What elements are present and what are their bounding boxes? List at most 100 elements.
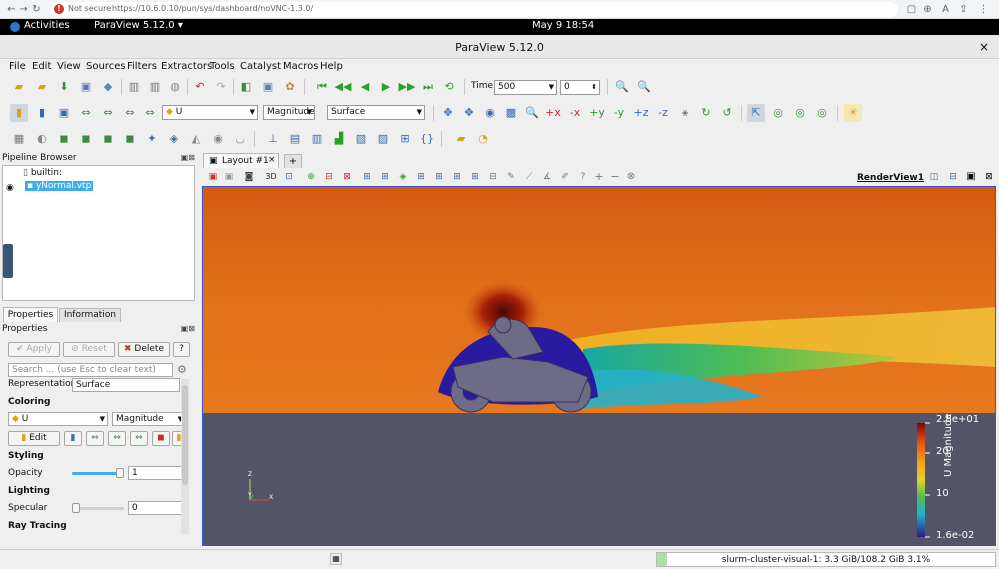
view-minus-x-icon[interactable]: -x [566,104,584,122]
plot-over-line-icon[interactable]: ⊥ [264,130,282,148]
color-array-combo[interactable]: ◆ U ▼ [162,105,258,120]
activities-button[interactable]: Activities [24,20,70,31]
warp-icon[interactable]: ◭ [187,130,205,148]
dock-handle[interactable] [3,244,13,278]
close-pane-icon[interactable]: ⊠ [188,153,195,162]
menu-macros[interactable]: Macros [283,61,318,72]
plot-data-icon[interactable]: ▥ [308,130,326,148]
auto-apply-icon[interactable]: ◍ [166,78,184,96]
grow-selection-icon[interactable]: ⊞ [466,170,484,184]
back-icon[interactable]: ← [6,4,17,15]
delete-button[interactable]: ✖ Delete [118,342,170,357]
zoom-icon[interactable]: ⊕ [922,4,933,15]
menu-tools[interactable]: Tools [210,61,235,72]
time-value-combo[interactable]: 500 ▼ [494,80,557,95]
properties-search-input[interactable]: Search ... (use Esc to clear text) [8,363,173,377]
opacity-input[interactable]: 1 [128,466,184,480]
view-minus-z-icon[interactable]: -z [654,104,672,122]
clock[interactable]: May 9 18:54 [532,20,594,31]
calculator-icon[interactable]: ▦ [10,130,28,148]
undo-icon[interactable]: ↶ [191,78,209,96]
threshold-icon[interactable]: ◼ [99,130,117,148]
menu-dots-icon[interactable]: ⋮ [978,4,989,15]
rescale-custom-icon[interactable]: ⇔ [77,104,95,122]
zoom-to-box-icon[interactable]: 🔍 [523,104,541,122]
line-select-icon[interactable]: ⟋ [520,170,538,184]
annotate-icon[interactable]: {} [418,130,436,148]
reset-button[interactable]: ⊘ Reset [63,342,115,357]
shrink-selection-icon[interactable]: ⊟ [484,170,502,184]
first-frame-icon[interactable]: ⏮ [313,78,331,96]
rescale-visible-icon[interactable]: ⇔ [99,104,117,122]
zoom-box-icon[interactable]: ▩ [502,104,520,122]
save-state-icon[interactable]: ▣ [77,78,95,96]
descriptive-stats-icon[interactable]: ▨ [374,130,392,148]
ruler-icon[interactable]: ▰ [452,130,470,148]
python-calculator-icon[interactable]: ▧ [352,130,370,148]
layout-tab-close[interactable]: × [268,155,276,165]
save-data-icon[interactable]: ⬇ [55,78,73,96]
zoom-closest-icon[interactable]: ✥ [460,104,478,122]
select-polygon-icon[interactable]: ⊞ [376,170,394,184]
deselect-icon[interactable]: ⊠ [338,170,356,184]
zoom-fit-icon[interactable]: ⊡ [280,170,298,184]
menu-help[interactable]: Help [320,61,343,72]
font-icon[interactable]: A [940,4,951,15]
interaction-mode-icon[interactable]: ⇱ [747,104,765,122]
hover-points-icon[interactable]: ⊞ [448,170,466,184]
reverse-play-icon[interactable]: ◀ [356,78,374,96]
layout-tab[interactable]: ▣ Layout #1 × [203,153,279,168]
forward-icon[interactable]: → [18,4,29,15]
view-plus-x-icon[interactable]: +x [544,104,562,122]
loop-icon[interactable]: ⟲ [440,78,458,96]
menu-sources[interactable]: Sources [86,61,126,72]
specular-slider[interactable] [72,503,124,513]
palette-icon[interactable]: ✿ [281,78,299,96]
pipeline-item-ynormal[interactable]: ▪ yNormal.vtp [25,181,94,191]
apply-button[interactable]: ✔ Apply [8,342,60,357]
eye-icon[interactable]: ◉ [6,183,14,193]
globe-icon[interactable]: ◉ [481,104,499,122]
query-icon[interactable]: 🔍 [635,78,653,96]
reset-center-icon[interactable]: ◎ [813,104,831,122]
color-legend-toggle-icon[interactable]: ▮ [10,104,28,122]
select-points-icon[interactable]: ⊟ [320,170,338,184]
plot-selection-icon[interactable]: ▤ [286,130,304,148]
specular-input[interactable]: 0 [128,501,184,515]
light-kit-icon[interactable]: ☀ [844,104,862,122]
histogram-icon[interactable]: ▟ [330,130,348,148]
previous-frame-icon[interactable]: ◀◀ [334,78,352,96]
extract-level-icon[interactable]: ◡ [231,130,249,148]
pencil-icon[interactable]: ✎ [502,170,520,184]
timestep-spinbox[interactable]: 0 ⬍ [560,80,600,95]
menu-file[interactable]: File [9,61,26,72]
tab-information[interactable]: Information [59,308,121,322]
last-frame-icon[interactable]: ⏭ [419,78,437,96]
rescale-custom-button[interactable]: ⇔ [108,431,126,446]
extract-subset-icon[interactable]: ◼ [121,130,139,148]
address-bar[interactable]: ! Not secure https://10.6.0.10/pun/sys/d… [50,2,898,17]
select-frustum-icon[interactable]: ⊞ [358,170,376,184]
menu-catalyst[interactable]: Catalyst [240,61,281,72]
angle-select-icon[interactable]: ∡ [538,170,556,184]
pick-center-icon[interactable]: ◎ [791,104,809,122]
menu-view[interactable]: View [57,61,81,72]
clear-selection-icon[interactable]: ⊗ [622,170,640,184]
connect-icon[interactable]: ◆ [99,78,117,96]
open-recent-icon[interactable]: ▰ [33,78,51,96]
edit-colormap-button[interactable]: ▮ Edit [8,431,60,446]
window-close-button[interactable]: × [979,40,989,54]
select-blocks-icon[interactable]: ◈ [394,170,412,184]
zoom-to-data-icon[interactable]: ▣ [259,78,277,96]
add-layout-tab[interactable]: + [284,154,302,168]
render-view-name[interactable]: RenderView1 [857,173,924,183]
split-vertical-icon[interactable]: ⊟ [944,170,962,184]
advanced-gear-icon[interactable]: ⚙ [177,363,187,376]
server-disconnect-icon[interactable]: ▥ [146,78,164,96]
next-frame-icon[interactable]: ▶▶ [398,78,416,96]
stream-tracer-icon[interactable]: ◈ [165,130,183,148]
clip-icon[interactable]: ◼ [55,130,73,148]
glyph-icon[interactable]: ✦ [143,130,161,148]
render-view[interactable]: 2.8e+01 20 10 1.6e-02 U Magnitude Z Y X [202,186,996,546]
center-axes-icon[interactable]: ◎ [769,104,787,122]
